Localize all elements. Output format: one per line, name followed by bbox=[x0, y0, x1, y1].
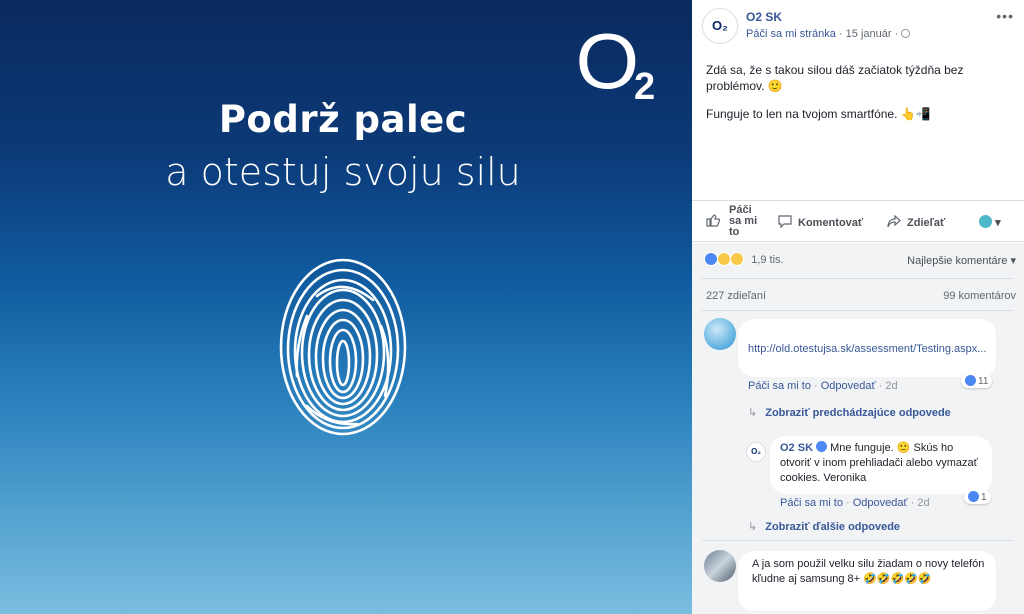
thread-divider bbox=[702, 540, 1014, 541]
headline-secondary: a otestuj svoju silu bbox=[165, 150, 521, 194]
reply-time[interactable]: 2d bbox=[917, 497, 929, 509]
audience-globe-icon bbox=[979, 215, 992, 228]
comments-count[interactable]: 99 komentárov bbox=[943, 290, 1016, 302]
post-text-line-2: Funguje to len na tvojom smartfóne. 👆📲 bbox=[706, 107, 931, 121]
stats-divider bbox=[702, 278, 1014, 279]
comment-icon bbox=[778, 215, 792, 228]
view-previous-replies[interactable]: ↳ Zobraziť predchádzajúce odpovede bbox=[748, 406, 951, 419]
comments-divider bbox=[702, 310, 1014, 311]
share-icon bbox=[887, 215, 901, 228]
view-more-replies-label: Zobraziť ďalšie odpovede bbox=[765, 521, 901, 533]
comment-reply-link[interactable]: Odpovedať bbox=[821, 380, 876, 392]
post-date[interactable]: 15 január bbox=[846, 28, 892, 40]
shares-count[interactable]: 227 zdieľaní bbox=[706, 290, 766, 302]
page-avatar[interactable]: O₂ bbox=[702, 8, 738, 44]
more-options-icon[interactable]: ••• bbox=[996, 8, 1014, 24]
reply-author[interactable]: O2 SK bbox=[780, 442, 813, 454]
like-reaction-icon bbox=[704, 252, 718, 266]
post-image[interactable]: O 2 Podrž palec a otestuj svoju silu bbox=[0, 0, 692, 614]
logo-letter: O bbox=[575, 17, 640, 105]
post-text-line-1: Zdá sa, že s takou silou dáš začiatok tý… bbox=[706, 63, 964, 93]
meta-separator: · bbox=[835, 28, 846, 40]
haha-reaction-icon bbox=[717, 252, 732, 266]
headline-primary: Podrž palec bbox=[218, 98, 468, 141]
wow-reaction-icon bbox=[730, 252, 745, 266]
fingerprint-icon bbox=[279, 258, 407, 436]
reaction-summary[interactable]: 1,9 tis. bbox=[704, 252, 784, 266]
comment-button[interactable]: Komentovať bbox=[778, 215, 863, 229]
like-reaction-icon bbox=[965, 375, 976, 386]
comment-reaction-count: 11 bbox=[978, 376, 989, 387]
view-more-replies[interactable]: ↳ Zobraziť ďalšie odpovede bbox=[748, 520, 900, 533]
commenter-avatar-2[interactable] bbox=[704, 550, 736, 582]
post-header: O₂ O2 SK Páči sa mi stránka · 15 január … bbox=[702, 8, 1018, 48]
comment-reaction-badge[interactable]: 11 bbox=[961, 374, 993, 388]
reaction-count: 1,9 tis. bbox=[751, 254, 784, 266]
reply-arrow-icon: ↳ bbox=[748, 521, 758, 533]
post-panel: O₂ O2 SK Páči sa mi stránka · 15 január … bbox=[692, 0, 1024, 614]
post-text: Zdá sa, že s takou silou dáš začiatok tý… bbox=[706, 62, 1006, 134]
chevron-down-icon: ▾ bbox=[995, 217, 1001, 229]
verified-badge-icon bbox=[816, 441, 828, 452]
o2-logo: O 2 bbox=[575, 17, 656, 108]
comment-button-label: Komentovať bbox=[798, 217, 864, 229]
post-actions: Páči sa mi to Komentovať Zdieľať ▾ bbox=[692, 200, 1024, 242]
reply-like-link[interactable]: Páči sa mi to bbox=[780, 497, 843, 509]
page-name-link[interactable]: O2 SK bbox=[746, 10, 782, 24]
commenter-avatar[interactable] bbox=[704, 318, 736, 350]
reply-actions: Páči sa mi to · Odpovedať · 2d bbox=[780, 497, 930, 509]
audience-selector[interactable]: ▾ bbox=[979, 215, 1001, 229]
thumbs-up-icon bbox=[706, 214, 720, 227]
reply-arrow-icon: ↳ bbox=[748, 407, 758, 419]
comment-actions: Páči sa mi to · Odpovedať · 2d bbox=[748, 380, 898, 392]
reply-reply-link[interactable]: Odpovedať bbox=[853, 497, 908, 509]
comment-sort-dropdown[interactable]: Najlepšie komentáre ▾ bbox=[907, 254, 1016, 267]
view-previous-replies-label: Zobraziť predchádzajúce odpovede bbox=[765, 407, 951, 419]
share-button[interactable]: Zdieľať bbox=[887, 215, 945, 229]
reply-bubble: O2 SK Mne funguje. 🙂 Skús ho otvoriť v i… bbox=[770, 436, 992, 494]
like-button-label: Páči sa mi to bbox=[729, 204, 758, 238]
post-meta: Páči sa mi stránka · 15 január · bbox=[746, 28, 911, 40]
reply-reaction-badge[interactable]: 1 bbox=[964, 490, 991, 504]
public-globe-icon bbox=[901, 29, 911, 38]
share-button-label: Zdieľať bbox=[907, 217, 946, 229]
comment-time[interactable]: 2d bbox=[885, 380, 897, 392]
comment-link[interactable]: http://old.otestujsa.sk/assessment/Testi… bbox=[748, 343, 986, 355]
like-page-link[interactable]: Páči sa mi stránka bbox=[746, 28, 836, 40]
comment-bubble-2: A ja som použil velku silu žiadam o novy… bbox=[738, 551, 996, 611]
like-reaction-icon bbox=[968, 491, 979, 502]
comment-like-link[interactable]: Páči sa mi to bbox=[748, 380, 811, 392]
reply-avatar[interactable]: O₂ bbox=[746, 442, 766, 462]
comment-text-2: A ja som použil velku silu žiadam o novy… bbox=[752, 558, 985, 585]
reply-reaction-count: 1 bbox=[981, 492, 987, 503]
meta-separator-2: · bbox=[891, 28, 902, 40]
comment-bubble: http://old.otestujsa.sk/assessment/Testi… bbox=[738, 319, 996, 377]
